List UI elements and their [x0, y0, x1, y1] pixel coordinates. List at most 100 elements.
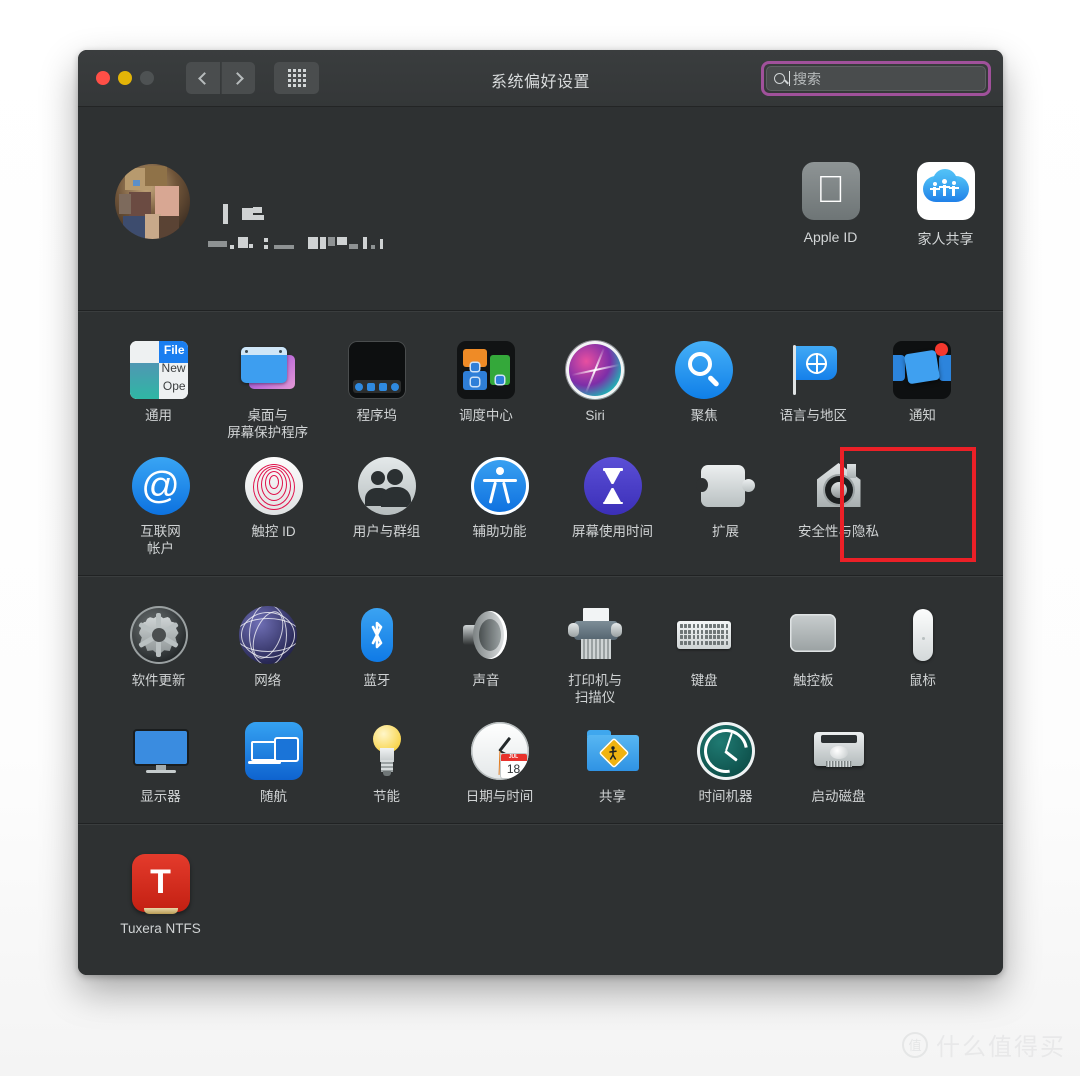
printers-scanners-icon — [566, 606, 624, 664]
pref-item-screen-time[interactable]: 屏幕使用时间 — [556, 447, 669, 557]
pref-item-startup-disk[interactable]: 启动磁盘 — [782, 712, 895, 805]
security-privacy-icon — [810, 457, 868, 515]
preferences-row: T Tuxera NTFS — [78, 844, 1003, 943]
pref-item-spotlight[interactable]: 聚焦 — [650, 331, 759, 441]
pref-item-time-machine[interactable]: 时间机器 — [669, 712, 782, 805]
text-caret — [789, 71, 790, 86]
pref-item-accessibility[interactable]: 辅助功能 — [443, 447, 556, 557]
watermark: 值 什么值得买 — [902, 1027, 1066, 1062]
family-sharing-item[interactable]: 家人共享 — [908, 162, 983, 249]
pref-item-sound[interactable]: 声音 — [431, 596, 540, 706]
pref-item-mission-control[interactable]: 调度中心 — [431, 331, 540, 441]
tuxera-ntfs-icon: T — [131, 854, 190, 914]
pref-item-trackpad[interactable]: 触控板 — [759, 596, 868, 706]
bluetooth-icon — [348, 606, 406, 664]
pref-label: 辅助功能 — [472, 524, 527, 539]
desktop-screensaver-icon — [239, 341, 297, 399]
search-placeholder: 搜索 — [793, 70, 821, 87]
pref-item-date-time[interactable]: JUL 18 日期与时间 — [443, 712, 556, 805]
keyboard-icon — [675, 606, 733, 664]
search-field-focus-ring: 搜索 — [761, 61, 991, 96]
pref-item-displays[interactable]: 显示器 — [104, 712, 217, 805]
language-region-icon — [784, 341, 842, 399]
energy-saver-icon — [358, 722, 416, 780]
pref-label: 调度中心 — [458, 408, 513, 423]
displays-icon — [132, 722, 190, 780]
apple-id-label: Apple ID — [803, 229, 858, 245]
pref-item-bluetooth[interactable]: 蓝牙 — [322, 596, 431, 706]
mouse-icon — [893, 606, 951, 664]
pref-item-energy-saver[interactable]: 节能 — [330, 712, 443, 805]
pref-item-network[interactable]: 网络 — [213, 596, 322, 706]
pref-item-sidecar[interactable]: 随航 — [217, 712, 330, 805]
pref-item-software-update[interactable]: 软件更新 — [104, 596, 213, 706]
family-sharing-label: 家人共享 — [917, 231, 974, 247]
account-shortcuts:  Apple ID — [793, 162, 983, 249]
pref-item-keyboard[interactable]: 键盘 — [650, 596, 759, 706]
search-field[interactable]: 搜索 — [766, 66, 986, 91]
siri-icon — [566, 341, 625, 399]
pref-item-security-privacy[interactable]: 安全性与隐私 — [782, 447, 895, 557]
pref-item-language-region[interactable]: 语言与地区 — [759, 331, 868, 441]
pref-item-general[interactable]: File New Ope 通用 — [104, 331, 213, 441]
pref-item-siri[interactable]: Siri — [541, 331, 650, 441]
avatar[interactable] — [115, 164, 190, 239]
pref-label: 互联网 帐户 — [140, 524, 181, 556]
trackpad-icon — [784, 606, 842, 664]
pref-item-touch-id[interactable]: 触控 ID — [217, 447, 330, 557]
pref-item-users-groups[interactable]: 用户与群组 — [330, 447, 443, 557]
pref-label: 扩展 — [712, 524, 739, 539]
calendar-month: JUL — [500, 754, 527, 761]
pref-label: 软件更新 — [131, 673, 186, 688]
extensions-icon — [695, 457, 755, 515]
pref-label: 共享 — [599, 789, 626, 804]
internet-accounts-icon: @ — [131, 457, 190, 515]
pref-item-sharing[interactable]: 共享 — [556, 712, 669, 805]
pref-label: 桌面与 屏幕保护程序 — [227, 408, 309, 440]
mission-control-icon — [456, 341, 515, 399]
pedestrian-icon — [608, 746, 617, 760]
window-titlebar: 系统偏好设置 搜索 — [78, 50, 1003, 107]
pref-label: 触控板 — [793, 673, 834, 688]
preferences-row: 软件更新 网络 蓝牙 声音 打印机与 扫描仪 键盘 触控板 鼠标 — [78, 596, 1003, 712]
watermark-logo: 值 — [902, 1031, 928, 1058]
account-section:  Apple ID — [78, 107, 1003, 310]
pref-label: Tuxera NTFS — [120, 921, 201, 936]
pref-label: 通知 — [908, 408, 936, 423]
sound-icon — [457, 606, 515, 664]
general-icon: File New Ope — [129, 341, 188, 399]
pref-item-internet-accounts[interactable]: @ 互联网 帐户 — [104, 447, 217, 557]
sharing-icon — [584, 722, 642, 780]
software-update-icon — [129, 606, 188, 664]
touch-id-icon — [244, 457, 303, 515]
calendar-day: 18 — [506, 762, 521, 776]
pref-item-notifications[interactable]: 通知 — [868, 331, 977, 441]
pref-label: 日期与时间 — [465, 789, 534, 804]
pref-item-desktop-screensaver[interactable]: 桌面与 屏幕保护程序 — [213, 331, 322, 441]
family-sharing-icon — [916, 162, 975, 220]
pref-item-dock[interactable]: 程序坞 — [322, 331, 431, 441]
accessibility-icon — [470, 457, 529, 515]
date-time-icon: JUL 18 — [470, 722, 529, 780]
preferences-section-personal: File New Ope 通用 桌面与 屏幕保护程序 程序坞 调度中心 Siri… — [78, 311, 1003, 575]
pref-item-tuxera-ntfs[interactable]: T Tuxera NTFS — [104, 844, 217, 937]
pref-label: 随航 — [260, 789, 287, 804]
search-icon — [774, 73, 785, 84]
pref-label: 蓝牙 — [363, 673, 391, 688]
pref-label: Siri — [585, 408, 605, 423]
pref-item-extensions[interactable]: 扩展 — [669, 447, 782, 557]
notifications-icon — [893, 341, 952, 399]
watermark-text: 什么值得买 — [936, 1034, 1066, 1061]
pref-label: 鼠标 — [908, 673, 936, 688]
pref-label: 语言与地区 — [779, 408, 848, 423]
apple-id-item[interactable]:  Apple ID — [793, 162, 868, 249]
preferences-section-third-party: T Tuxera NTFS — [78, 824, 1003, 955]
pref-item-mouse[interactable]: 鼠标 — [868, 596, 977, 706]
pref-label: 程序坞 — [356, 408, 398, 423]
apple-logo-icon:  — [801, 162, 860, 220]
pref-label: 声音 — [472, 673, 500, 688]
pref-item-printers-scanners[interactable]: 打印机与 扫描仪 — [541, 596, 650, 706]
pref-label: 节能 — [373, 789, 400, 804]
preferences-row: File New Ope 通用 桌面与 屏幕保护程序 程序坞 调度中心 Siri… — [78, 331, 1003, 447]
startup-disk-icon — [810, 722, 868, 780]
